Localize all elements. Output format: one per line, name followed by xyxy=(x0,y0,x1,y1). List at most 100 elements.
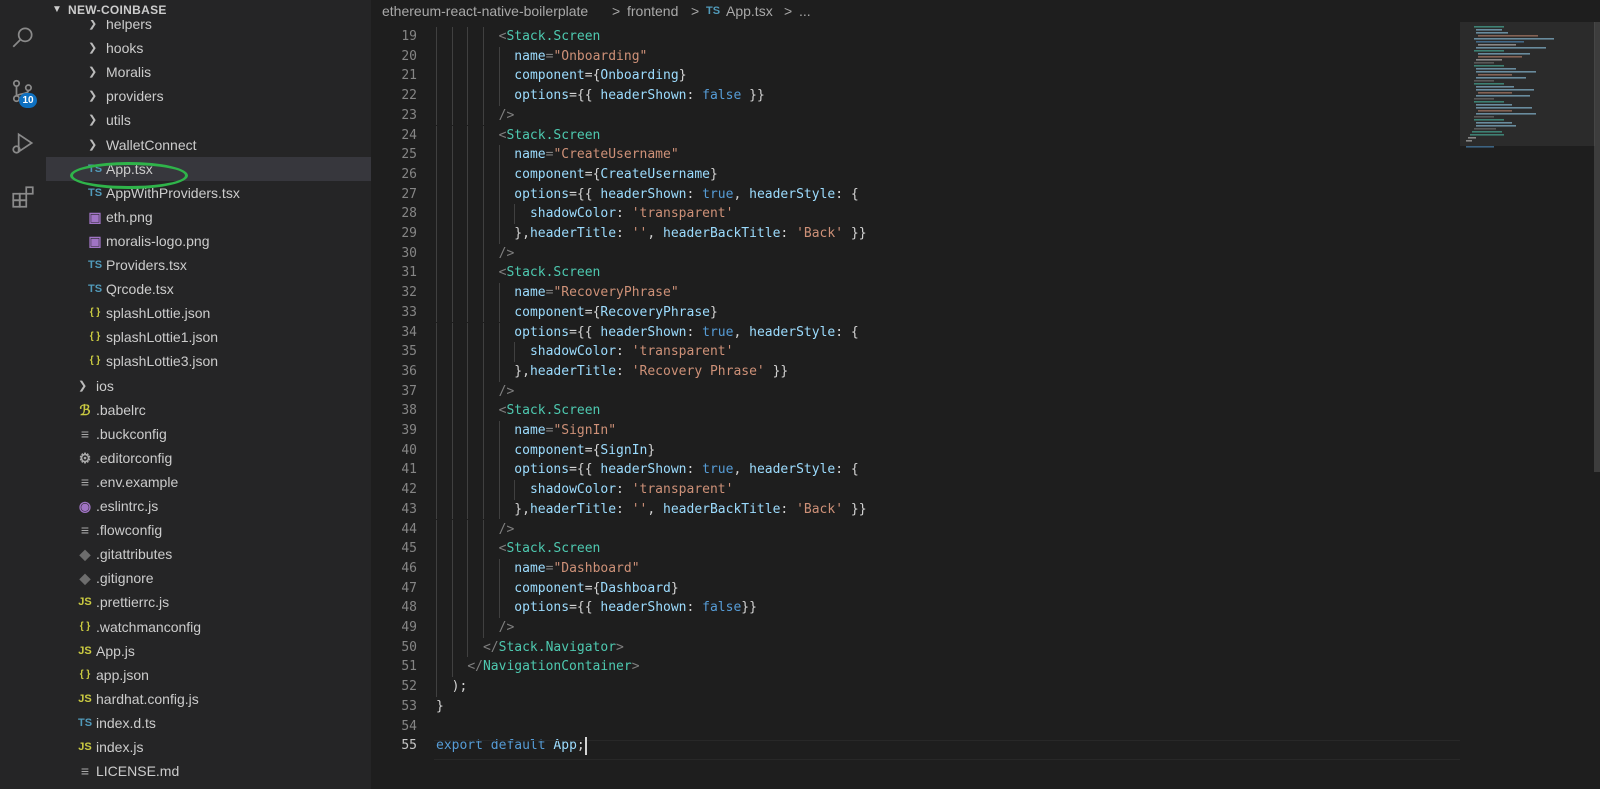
tree-folder[interactable]: ❯ providers xyxy=(46,84,371,108)
indent-guide xyxy=(482,598,484,618)
tree-item-label: WalletConnect xyxy=(106,136,197,153)
tree-file[interactable]: { } splashLottie.json xyxy=(46,301,371,325)
code-line: /> xyxy=(498,620,515,635)
indent-guide xyxy=(451,578,453,599)
breadcrumb-separator: > xyxy=(784,3,793,19)
breadcrumb-file[interactable]: App.tsx xyxy=(726,0,773,22)
tree-item-label: hooks xyxy=(106,40,144,57)
breadcrumb-symbol[interactable]: ... xyxy=(799,0,811,22)
extensions-icon[interactable] xyxy=(6,180,40,214)
tree-file[interactable]: TS index.d.ts xyxy=(46,711,371,735)
tree-file[interactable]: ℬ .babelrc xyxy=(46,398,371,422)
code-line: <Stack.Screen xyxy=(498,541,601,557)
tree-file[interactable]: ≡ .flowconfig xyxy=(46,518,371,542)
code-line: component={SignIn} xyxy=(514,442,656,458)
run-debug-icon[interactable] xyxy=(6,126,40,160)
tree-folder[interactable]: ❯ WalletConnect xyxy=(46,133,371,157)
indent-guide xyxy=(436,27,437,47)
ts-file-icon: TS xyxy=(87,283,103,296)
tree-file[interactable]: ⚙ .editorconfig xyxy=(46,446,371,470)
code-line: <Stack.Screen xyxy=(498,127,601,143)
tree-file[interactable]: { } splashLottie1.json xyxy=(46,325,371,349)
tree-item-label: .editorconfig xyxy=(96,449,173,466)
indent-guide xyxy=(498,499,500,520)
tree-file[interactable]: ≡ .buckconfig xyxy=(46,422,371,446)
line-number: 42 xyxy=(401,482,417,498)
breadcrumb-separator: > xyxy=(612,3,621,19)
tree-item-label: .flowconfig xyxy=(96,522,163,539)
indent-guide xyxy=(467,243,469,264)
indent-guide xyxy=(482,66,484,87)
tree-folder[interactable]: ❯ utils xyxy=(46,108,371,132)
highlight-circle-annotation xyxy=(70,162,188,189)
code-line: ); xyxy=(451,679,468,695)
tree-file[interactable]: ◆ .gitignore xyxy=(46,566,371,590)
tree-file[interactable]: JS .prettierrc.js xyxy=(46,590,371,614)
current-line-highlight xyxy=(434,740,1460,760)
indent-guide xyxy=(467,519,469,540)
indent-guide xyxy=(482,480,484,500)
code-line: /> xyxy=(498,521,515,537)
tree-folder[interactable]: ❯ Moralis xyxy=(46,60,371,84)
tree-file[interactable]: JS hardhat.config.js xyxy=(46,687,371,711)
indent-guide xyxy=(451,243,453,264)
tree-file[interactable]: ≡ .env.example xyxy=(46,470,371,494)
indent-guide xyxy=(451,361,453,382)
vertical-scrollbar[interactable] xyxy=(1594,22,1600,472)
tree-file[interactable]: JS index.js xyxy=(46,735,371,759)
indent-guide xyxy=(498,46,500,67)
line-number: 36 xyxy=(401,363,417,379)
indent-guide xyxy=(467,263,469,284)
indent-guide xyxy=(436,637,437,658)
indent-guide xyxy=(467,164,469,185)
indent-guide xyxy=(436,243,437,264)
line-number: 45 xyxy=(401,541,417,557)
minimap[interactable] xyxy=(1460,22,1600,789)
indent-guide xyxy=(482,164,484,185)
line-number: 35 xyxy=(401,344,417,360)
tree-folder[interactable]: ❯ hooks xyxy=(46,36,371,60)
tree-file[interactable]: ◉ .eslintrc.js xyxy=(46,494,371,518)
activity-bar: 10 xyxy=(0,0,46,789)
search-icon[interactable] xyxy=(6,20,40,54)
indent-guide xyxy=(436,578,437,599)
tree-file[interactable]: ◆ .gitattributes xyxy=(46,542,371,566)
lines-file-icon: ≡ xyxy=(80,522,90,539)
tree-file[interactable]: { } splashLottie3.json xyxy=(46,349,371,373)
indent-guide xyxy=(467,618,469,638)
indent-guide xyxy=(482,125,484,146)
indent-guide xyxy=(436,381,437,402)
line-number: 47 xyxy=(401,580,417,596)
indent-guide xyxy=(482,539,484,559)
tree-file[interactable]: TS Qrcode.tsx xyxy=(46,277,371,301)
line-number: 40 xyxy=(401,442,417,458)
indent-guide xyxy=(436,145,437,165)
indent-guide xyxy=(482,618,484,638)
breadcrumb-root[interactable]: ethereum-react-native-boilerplate xyxy=(382,0,588,22)
tree-file[interactable]: ▣ moralis-logo.png xyxy=(46,229,371,253)
explorer-section-header[interactable]: ▼ NEW-COINBASE xyxy=(46,0,371,20)
indent-guide xyxy=(436,184,437,205)
tree-file[interactable]: JS App.js xyxy=(46,639,371,663)
git-file-icon: ◆ xyxy=(79,570,91,587)
indent-guide xyxy=(498,440,500,461)
tree-file[interactable]: { } app.json xyxy=(46,663,371,687)
tree-file[interactable]: { } .watchmanconfig xyxy=(46,615,371,639)
tree-file[interactable]: ≡ LICENSE.md xyxy=(46,759,371,783)
indent-guide xyxy=(436,342,437,362)
indent-guide xyxy=(467,86,469,106)
tree-item-label: splashLottie.json xyxy=(106,305,211,322)
breadcrumb-folder[interactable]: frontend xyxy=(627,0,678,22)
tree-file[interactable]: ▣ eth.png xyxy=(46,205,371,229)
indent-guide xyxy=(482,401,484,421)
indent-guide xyxy=(498,598,500,618)
indent-guide xyxy=(482,105,484,126)
code-editor[interactable]: 19 <Stack.Screen 20 name="Onboarding" 21 comp… xyxy=(371,22,1600,789)
tree-folder[interactable]: ❯ ios xyxy=(46,374,371,398)
chevron-right-icon: ❯ xyxy=(78,379,88,392)
tree-item-label: LICENSE.md xyxy=(96,763,180,780)
js-file-icon: JS xyxy=(78,596,92,609)
tree-file[interactable]: TS Providers.tsx xyxy=(46,253,371,277)
chevron-right-icon: ❯ xyxy=(88,42,98,55)
tree-item-label: .buckconfig xyxy=(96,425,167,442)
